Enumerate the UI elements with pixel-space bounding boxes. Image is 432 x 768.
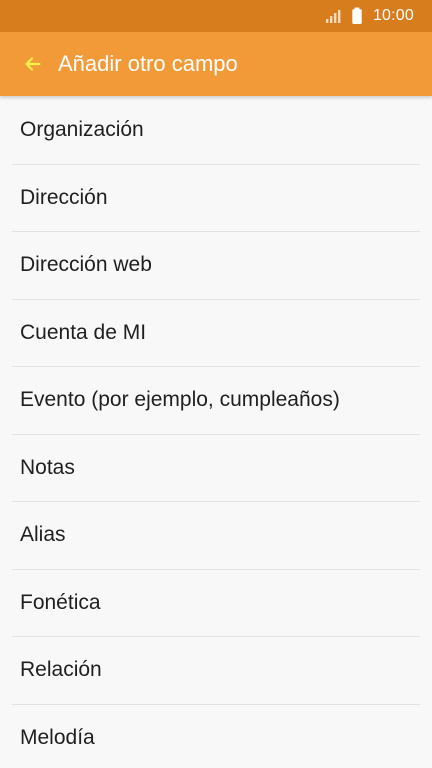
list-item-direccion-web[interactable]: Dirección web [0,232,432,300]
back-button[interactable] [12,44,52,84]
list-item-label: Melodía [20,725,95,749]
list-item-label: Organización [20,118,144,142]
list-item-evento[interactable]: Evento (por ejemplo, cumpleaños) [0,367,432,435]
field-options-list: Organización Dirección Dirección web Cue… [0,97,432,768]
list-item-fonetica[interactable]: Fonética [0,570,432,638]
list-item-relacion[interactable]: Relación [0,637,432,705]
list-item-melodia[interactable]: Melodía [0,705,432,768]
arrow-left-icon [25,57,41,71]
list-item-alias[interactable]: Alias [0,502,432,570]
list-item-label: Cuenta de MI [20,320,147,344]
status-indicators: 10:00 [325,0,414,32]
status-bar: 10:00 [0,0,432,32]
list-item-organizacion[interactable]: Organización [0,97,432,165]
list-item-notas[interactable]: Notas [0,435,432,503]
app-bar: Añadir otro campo [0,32,432,96]
list-item-label: Relación [20,658,102,682]
list-item-direccion[interactable]: Dirección [0,165,432,233]
list-item-label: Dirección web [20,253,152,277]
status-time: 10:00 [372,7,414,24]
signal-icon [325,7,343,25]
list-item-label: Dirección [20,185,108,209]
list-item-label: Alias [20,523,66,547]
list-item-label: Evento (por ejemplo, cumpleaños) [20,388,340,412]
list-item-label: Notas [20,455,75,479]
list-item-cuenta-de-mi[interactable]: Cuenta de MI [0,300,432,368]
list-item-label: Fonética [20,590,101,614]
page-title: Añadir otro campo [58,51,238,76]
battery-icon [351,7,363,25]
